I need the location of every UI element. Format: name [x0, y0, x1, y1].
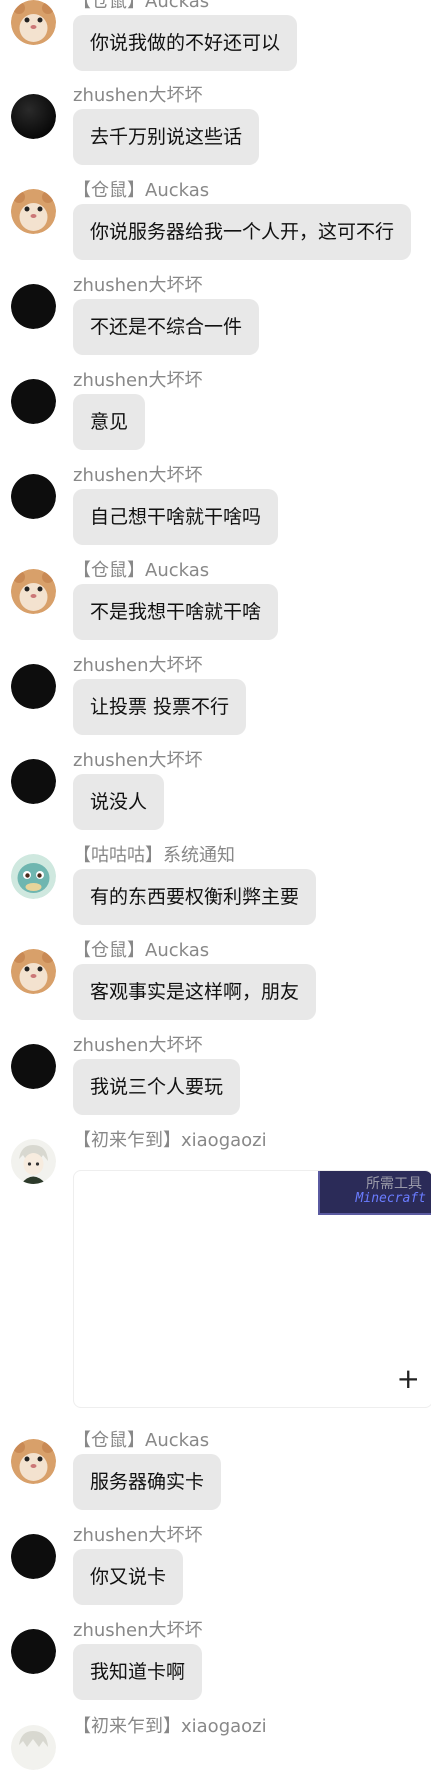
- sender-name: 【咕咕咕】系统通知: [73, 845, 235, 866]
- message-bubble[interactable]: 客观事实是这样啊，朋友: [73, 964, 317, 1020]
- black-avatar[interactable]: [11, 1629, 56, 1674]
- black-avatar[interactable]: [11, 1534, 56, 1579]
- hamster-avatar[interactable]: [11, 0, 56, 45]
- image-thumbnail: 所需工具 Minecraft: [318, 1171, 431, 1215]
- message-bubble[interactable]: 你说我做的不好还可以: [73, 15, 298, 71]
- sender-name: 【初来乍到】xiaogaozi: [73, 1716, 267, 1737]
- sender-name: zhushen大坏坏: [73, 85, 203, 106]
- hamster-avatar[interactable]: [11, 569, 56, 614]
- sender-name: zhushen大坏坏: [73, 750, 203, 771]
- black-avatar[interactable]: [11, 379, 56, 424]
- image-message[interactable]: 所需工具 Minecraft +: [73, 1170, 431, 1408]
- chat-message-list: 【仓鼠】Auckas 你说我做的不好还可以 zhushen大坏坏 去千万别说这些…: [0, 0, 431, 1770]
- anime-avatar[interactable]: [11, 1725, 56, 1770]
- sender-name: 【初来乍到】xiaogaozi: [73, 1130, 267, 1151]
- message-bubble[interactable]: 我说三个人要玩: [73, 1059, 241, 1115]
- sender-name: zhushen大坏坏: [73, 465, 203, 486]
- hamster-avatar[interactable]: [11, 949, 56, 994]
- message-bubble[interactable]: 意见: [73, 394, 146, 450]
- message-bubble[interactable]: 我知道卡啊: [73, 1644, 203, 1700]
- message-bubble[interactable]: 你说服务器给我一个人开，这可不行: [73, 204, 412, 260]
- message-bubble[interactable]: 不是我想干啥就干啥: [73, 584, 279, 640]
- black-avatar[interactable]: [11, 284, 56, 329]
- sender-name: 【仓鼠】Auckas: [73, 180, 210, 201]
- black-avatar[interactable]: [11, 1044, 56, 1089]
- plus-icon[interactable]: +: [397, 1365, 420, 1393]
- squirtle-avatar[interactable]: [11, 854, 56, 899]
- sender-name: 【仓鼠】Auckas: [73, 560, 210, 581]
- sender-name: zhushen大坏坏: [73, 655, 203, 676]
- message-bubble[interactable]: 让投票 投票不行: [73, 679, 247, 735]
- sender-name: zhushen大坏坏: [73, 1035, 203, 1056]
- black-avatar[interactable]: [11, 759, 56, 804]
- message-bubble[interactable]: 去千万别说这些话: [73, 109, 260, 165]
- sender-name: 【仓鼠】Auckas: [73, 0, 210, 12]
- image-caption: 所需工具: [366, 1176, 422, 1192]
- hamster-avatar[interactable]: [11, 189, 56, 234]
- anime-avatar[interactable]: [11, 1139, 56, 1184]
- hamster-avatar[interactable]: [11, 1439, 56, 1484]
- message-bubble[interactable]: 说没人: [73, 774, 165, 830]
- image-brand: Minecraft: [355, 1191, 426, 1206]
- sender-name: zhushen大坏坏: [73, 275, 203, 296]
- black-avatar[interactable]: [11, 474, 56, 519]
- message-bubble[interactable]: 服务器确实卡: [73, 1454, 222, 1510]
- black-avatar[interactable]: [11, 664, 56, 709]
- sender-name: zhushen大坏坏: [73, 370, 203, 391]
- black-avatar[interactable]: [11, 94, 56, 139]
- message-bubble[interactable]: 自己想干啥就干啥吗: [73, 489, 279, 545]
- sender-name: 【仓鼠】Auckas: [73, 940, 210, 961]
- message-bubble[interactable]: 不还是不综合一件: [73, 299, 260, 355]
- sender-name: 【仓鼠】Auckas: [73, 1430, 210, 1451]
- message-bubble[interactable]: 有的东西要权衡利弊主要: [73, 869, 317, 925]
- sender-name: zhushen大坏坏: [73, 1620, 203, 1641]
- message-bubble[interactable]: 你又说卡: [73, 1549, 184, 1605]
- sender-name: zhushen大坏坏: [73, 1525, 203, 1546]
